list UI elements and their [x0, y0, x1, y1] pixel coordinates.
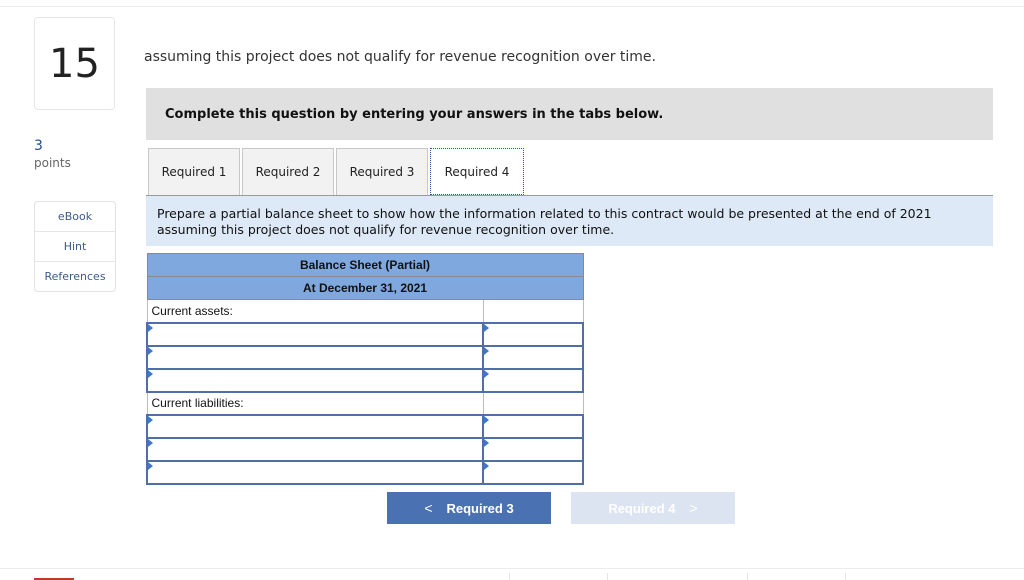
balance-sheet-date: At December 31, 2021 [146, 276, 584, 300]
amount-input[interactable] [484, 324, 582, 344]
balance-sheet-title: Balance Sheet (Partial) [146, 253, 584, 277]
table-row [145, 459, 584, 485]
previous-button-label: Required 3 [446, 500, 514, 516]
footer-separator [747, 573, 748, 580]
hint-link[interactable]: Hint [35, 232, 115, 262]
table-row [145, 413, 584, 439]
section-amount-blank [482, 299, 584, 323]
section-amount-blank [482, 391, 584, 415]
references-link[interactable]: References [35, 262, 115, 291]
dropdown-indicator-icon [484, 438, 490, 447]
tab-required-3[interactable]: Required 3 [336, 148, 428, 195]
previous-required-button[interactable]: < Required 3 [387, 492, 551, 524]
account-input[interactable] [148, 370, 483, 390]
amount-input[interactable] [484, 416, 582, 436]
points-value: 3 [34, 138, 43, 154]
instruction-banner: Complete this question by entering your … [146, 88, 993, 140]
footer-separator [509, 573, 510, 580]
question-intro-text: assuming this project does not qualify f… [144, 49, 656, 65]
dropdown-indicator-icon [484, 369, 490, 378]
requirement-prompt: Prepare a partial balance sheet to show … [146, 196, 993, 246]
dropdown-indicator-icon [484, 323, 490, 332]
ebook-link[interactable]: eBook [35, 202, 115, 232]
chevron-right-icon: > [689, 500, 698, 516]
table-row [145, 367, 584, 393]
dropdown-indicator-icon [148, 415, 153, 424]
footer-separator [607, 573, 608, 580]
section-row-current-liabilities: Current liabilities: [146, 391, 584, 415]
amount-input[interactable] [484, 439, 582, 459]
prompt-line-2: assuming this project does not qualify f… [157, 222, 615, 237]
dropdown-indicator-icon [148, 323, 153, 332]
dropdown-indicator-icon [148, 346, 153, 355]
tab-required-1[interactable]: Required 1 [148, 148, 240, 195]
instruction-text: Complete this question by entering your … [165, 106, 664, 122]
balance-sheet-table: Balance Sheet (Partial) At December 31, … [145, 253, 584, 485]
resources-panel: eBook Hint References [34, 201, 116, 292]
tab-required-2[interactable]: Required 2 [242, 148, 334, 195]
dropdown-indicator-icon [148, 438, 153, 447]
account-input[interactable] [148, 324, 483, 344]
account-input[interactable] [148, 439, 483, 459]
question-number: 15 [34, 17, 115, 110]
tab-required-4[interactable]: Required 4 [430, 148, 524, 195]
next-required-button: Required 4 > [571, 492, 735, 524]
section-label: Current assets: [146, 299, 484, 323]
section-row-current-assets: Current assets: [146, 299, 584, 323]
account-input[interactable] [148, 347, 483, 367]
dropdown-indicator-icon [484, 346, 490, 355]
dropdown-indicator-icon [148, 369, 153, 378]
footer-separator [845, 573, 846, 580]
account-input[interactable] [148, 462, 483, 482]
next-button-label: Required 4 [608, 500, 676, 516]
amount-input[interactable] [484, 370, 582, 390]
table-row [145, 321, 584, 347]
section-label: Current liabilities: [146, 391, 484, 415]
table-row [145, 436, 584, 462]
amount-input[interactable] [484, 462, 582, 482]
dropdown-indicator-icon [484, 415, 490, 424]
table-row [145, 344, 584, 370]
amount-input[interactable] [484, 347, 582, 367]
dropdown-indicator-icon [484, 461, 490, 470]
chevron-left-icon: < [424, 500, 433, 516]
bottom-divider [0, 568, 1024, 569]
tab-bar: Required 1 Required 2 Required 3 Require… [148, 148, 526, 195]
prompt-line-1: Prepare a partial balance sheet to show … [157, 206, 932, 221]
top-divider [0, 6, 1024, 7]
points-label: points [34, 156, 71, 170]
dropdown-indicator-icon [148, 461, 153, 470]
account-input[interactable] [148, 416, 483, 436]
